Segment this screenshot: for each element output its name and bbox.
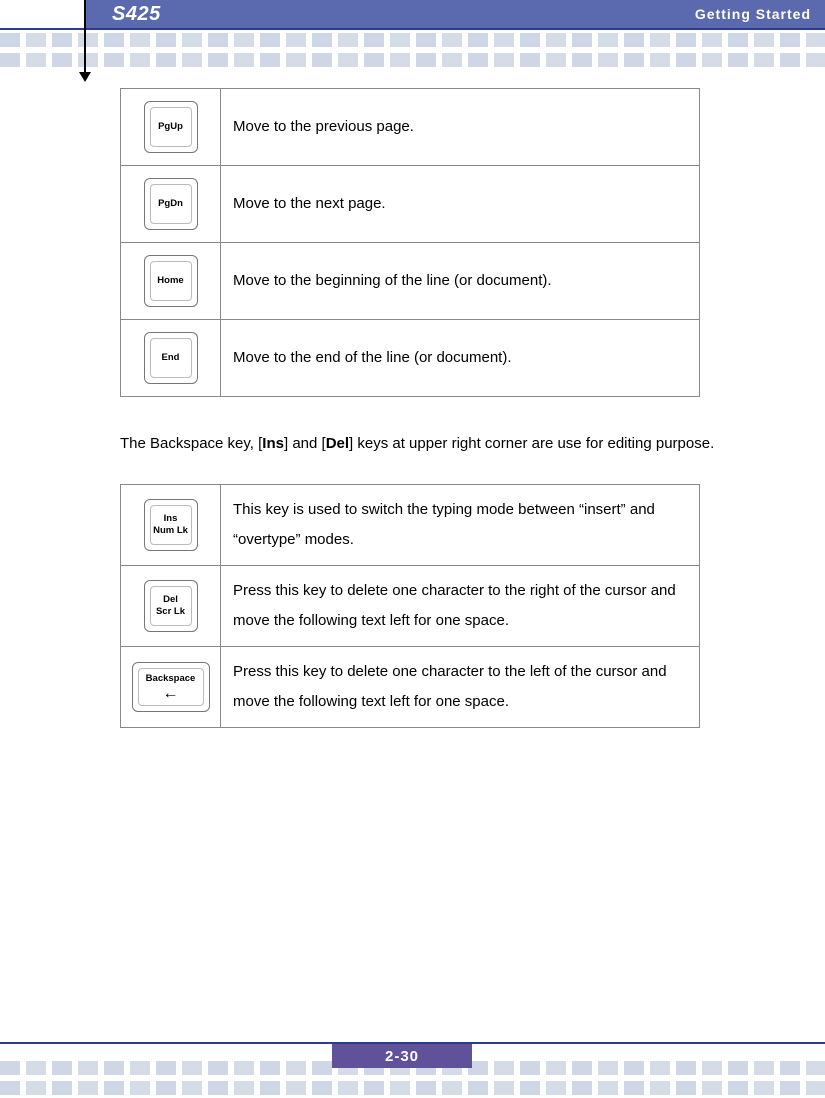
table-row: End Move to the end of the line (or docum… <box>121 320 700 397</box>
table-row: DelScr Lk Press this key to delete one ch… <box>121 566 700 647</box>
keycap-label: PgUp <box>158 121 183 133</box>
keycap-label: PgDn <box>158 198 183 210</box>
key-description: This key is used to switch the typing mo… <box>221 485 700 566</box>
keycap-sublabel: Scr Lk <box>156 606 185 618</box>
keycap-cell: InsNum Lk <box>121 485 221 566</box>
nav-keys-table: PgUp Move to the previous page. PgDn Move t… <box>120 88 700 397</box>
model-label: S425 <box>112 3 161 26</box>
key-description: Press this key to delete one character t… <box>221 566 700 647</box>
keycap-cell: PgDn <box>121 166 221 243</box>
section-label: Getting Started <box>695 6 811 22</box>
key-description: Move to the beginning of the line (or do… <box>221 243 700 320</box>
decorative-strip-top <box>0 30 825 70</box>
keycap-icon: PgDn <box>144 178 198 230</box>
paragraph-editkeys: The Backspace key, [Ins] and [Del] keys … <box>120 421 780 466</box>
table-row: PgUp Move to the previous page. <box>121 89 700 166</box>
table-row: Home Move to the beginning of the line (o… <box>121 243 700 320</box>
table-row: InsNum Lk This key is used to switch the … <box>121 485 700 566</box>
key-description: Move to the next page. <box>221 166 700 243</box>
edit-keys-table: InsNum Lk This key is used to switch the … <box>120 484 700 728</box>
key-description: Press this key to delete one character t… <box>221 647 700 728</box>
table-row: PgDn Move to the next page. <box>121 166 700 243</box>
keycap-cell: PgUp <box>121 89 221 166</box>
keycap-icon: InsNum Lk <box>144 499 198 551</box>
keycap-cell: End <box>121 320 221 397</box>
key-description: Move to the end of the line (or document… <box>221 320 700 397</box>
keycap-icon: DelScr Lk <box>144 580 198 632</box>
keycap-cell: Backspace← <box>121 647 221 728</box>
table-row: Backspace←Press this key to delete one c… <box>121 647 700 728</box>
keycap-icon: Home <box>144 255 198 307</box>
header-banner: S425 Getting Started <box>84 0 825 28</box>
keycap-label: Backspace <box>146 673 196 685</box>
keycap-label: Del <box>163 594 178 606</box>
keycap-label: Ins <box>164 513 178 525</box>
keycap-label: Home <box>157 275 183 287</box>
keycap-icon: Backspace← <box>132 662 210 712</box>
keycap-icon: End <box>144 332 198 384</box>
keycap-icon: PgUp <box>144 101 198 153</box>
arrow-down-icon <box>84 0 86 75</box>
keycap-cell: Home <box>121 243 221 320</box>
page-number: 2-30 <box>332 1044 472 1068</box>
keycap-cell: DelScr Lk <box>121 566 221 647</box>
keycap-label: End <box>162 352 180 364</box>
left-arrow-icon: ← <box>163 686 179 702</box>
key-description: Move to the previous page. <box>221 89 700 166</box>
keycap-sublabel: Num Lk <box>153 525 188 537</box>
page-content: PgUp Move to the previous page. PgDn Move t… <box>120 88 775 746</box>
